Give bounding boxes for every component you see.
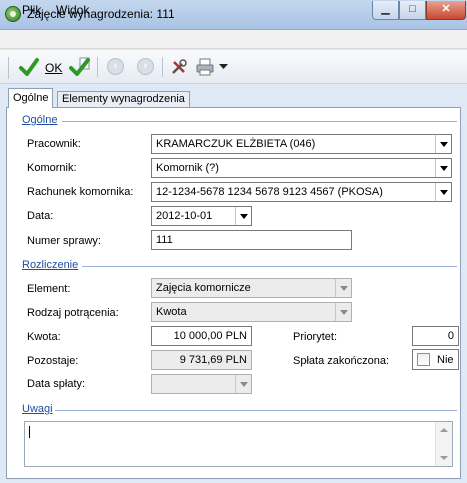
rodzaj-potracenia-label: Rodzaj potrącenia: bbox=[27, 307, 119, 319]
forward-arrow-icon[interactable]: › bbox=[137, 58, 154, 75]
rachunek-label: Rachunek komornika: bbox=[27, 186, 134, 198]
section-title-notes: Uwagi bbox=[22, 403, 53, 415]
menu-widok[interactable]: Widok bbox=[56, 3, 89, 17]
uwagi-scrollbar[interactable] bbox=[435, 422, 452, 466]
komornik-label: Komornik: bbox=[27, 162, 77, 174]
pracownik-value: KRAMARCZUK ELŻBIETA (046) bbox=[156, 138, 316, 150]
green-check-icon[interactable] bbox=[19, 57, 39, 77]
toolbar-separator bbox=[162, 57, 163, 77]
chevron-down-icon[interactable] bbox=[435, 159, 451, 177]
komornik-select[interactable]: Komornik (?) bbox=[151, 158, 452, 178]
toolbar-grip bbox=[8, 57, 9, 79]
minimize-icon: ▁ bbox=[381, 3, 390, 15]
chevron-down-icon[interactable] bbox=[435, 183, 451, 201]
rodzaj-potracenia-select[interactable]: Kwota bbox=[151, 302, 352, 322]
element-select[interactable]: Zajęcia komornicze bbox=[151, 278, 352, 298]
chevron-down-icon[interactable] bbox=[219, 64, 228, 70]
pozostaje-label: Pozostaje: bbox=[27, 355, 79, 367]
section-divider bbox=[62, 121, 457, 122]
menu-plik[interactable]: Plik bbox=[22, 3, 41, 17]
priorytet-input[interactable]: 0 bbox=[412, 326, 459, 346]
section-title-settlement: Rozliczenie bbox=[22, 259, 79, 271]
data-value: 2012-10-01 bbox=[156, 210, 213, 222]
printer-icon[interactable] bbox=[196, 58, 214, 76]
splata-zakonczona-label: Spłata zakończona: bbox=[293, 355, 390, 367]
data-label: Data: bbox=[27, 210, 54, 222]
scroll-up-icon[interactable] bbox=[440, 428, 448, 432]
tools-icon[interactable] bbox=[170, 58, 188, 76]
window-title: Zajęcie wynagrodzenia: 111 bbox=[27, 7, 175, 21]
chevron-down-icon[interactable] bbox=[335, 303, 351, 321]
text-caret bbox=[29, 426, 30, 438]
kwota-value: 10 000,00 PLN bbox=[173, 330, 247, 342]
maximize-icon: □ bbox=[409, 3, 416, 15]
menu-bar bbox=[0, 30, 467, 49]
rodzaj-potracenia-value: Kwota bbox=[156, 306, 187, 318]
maximize-button[interactable]: □ bbox=[399, 1, 426, 20]
numer-sprawy-input[interactable]: 111 bbox=[151, 230, 352, 250]
close-button[interactable]: ✕ bbox=[426, 1, 466, 20]
chevron-down-icon[interactable] bbox=[435, 135, 451, 153]
pracownik-label: Pracownik: bbox=[27, 138, 81, 150]
section-title-general: Ogólne bbox=[22, 114, 58, 126]
element-value: Zajęcia komornicze bbox=[156, 282, 251, 294]
data-splaty-date-picker[interactable] bbox=[151, 374, 252, 394]
numer-sprawy-value: 111 bbox=[156, 234, 173, 246]
section-divider bbox=[82, 266, 457, 267]
app-icon[interactable] bbox=[5, 6, 21, 22]
priorytet-label: Priorytet: bbox=[293, 331, 338, 343]
scroll-down-icon[interactable] bbox=[440, 456, 448, 460]
pracownik-select[interactable]: KRAMARCZUK ELŻBIETA (046) bbox=[151, 134, 452, 154]
uwagi-textarea[interactable] bbox=[24, 421, 453, 467]
green-check-new-icon[interactable] bbox=[69, 56, 91, 78]
back-arrow-icon[interactable]: ‹ bbox=[107, 58, 124, 75]
splata-zakonczona-value: Nie bbox=[437, 354, 454, 366]
splata-zakonczona-checkbox[interactable] bbox=[417, 353, 430, 366]
rachunek-value: 12-1234-5678 1234 5678 9123 4567 (PKOSA) bbox=[156, 186, 383, 198]
chevron-down-icon[interactable] bbox=[235, 207, 251, 225]
chevron-down-icon[interactable] bbox=[235, 375, 251, 393]
ok-button[interactable]: OK bbox=[45, 61, 62, 75]
section-divider bbox=[55, 410, 457, 411]
chevron-down-icon[interactable] bbox=[335, 279, 351, 297]
tab-ogolne[interactable]: Ogólne bbox=[8, 88, 54, 108]
data-date-picker[interactable]: 2012-10-01 bbox=[151, 206, 252, 226]
data-splaty-label: Data spłaty: bbox=[27, 378, 86, 390]
tab-elementy-wynagrodzenia[interactable]: Elementy wynagrodzenia bbox=[57, 91, 190, 107]
kwota-input[interactable]: 10 000,00 PLN bbox=[151, 326, 252, 346]
numer-sprawy-label: Numer sprawy: bbox=[27, 235, 101, 247]
priorytet-value: 0 bbox=[447, 330, 454, 342]
element-label: Element: bbox=[27, 283, 71, 295]
close-icon: ✕ bbox=[441, 3, 451, 15]
pozostaje-field: 9 731,69 PLN bbox=[151, 350, 252, 370]
rachunek-select[interactable]: 12-1234-5678 1234 5678 9123 4567 (PKOSA) bbox=[151, 182, 452, 202]
toolbar-separator bbox=[97, 57, 98, 77]
pozostaje-value: 9 731,69 PLN bbox=[179, 354, 247, 366]
kwota-label: Kwota: bbox=[27, 331, 61, 343]
komornik-value: Komornik (?) bbox=[156, 162, 219, 174]
minimize-button[interactable]: ▁ bbox=[372, 1, 399, 20]
